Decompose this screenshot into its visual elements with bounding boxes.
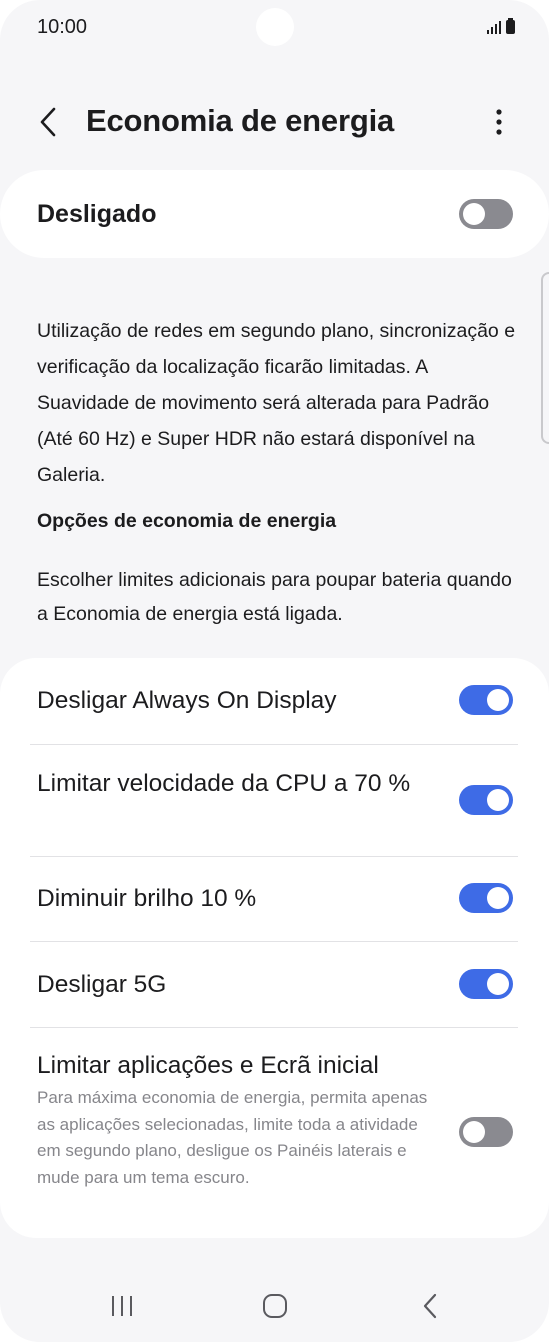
phone-screen: 10:00 Economia de energia Desligado Util… [0, 0, 549, 1342]
back-icon [423, 1293, 437, 1319]
chevron-left-icon [40, 107, 56, 137]
option-label: Limitar aplicações e Ecrã inicial [37, 1052, 379, 1079]
front-camera-cutout [256, 8, 294, 46]
more-options-button[interactable] [484, 102, 514, 142]
option-label: Diminuir brilho 10 % [37, 885, 257, 912]
toggle-knob [487, 689, 509, 711]
nav-back-button[interactable] [400, 1284, 460, 1328]
status-bar: 10:00 [0, 0, 549, 60]
always-on-display-toggle[interactable] [459, 685, 513, 715]
scroll-indicator[interactable] [541, 272, 549, 444]
more-vertical-icon [496, 109, 502, 135]
section-title: Opções de economia de energia [37, 510, 337, 532]
recent-apps-icon [112, 1296, 132, 1316]
app-header: Economia de energia [0, 90, 549, 154]
power-saving-description: Utilização de redes em segundo plano, si… [37, 320, 516, 486]
page-title: Economia de energia [86, 103, 395, 138]
option-row-limit-apps[interactable]: Limitar aplicações e Ecrã inicial Para m… [0, 1027, 549, 1227]
back-button[interactable] [30, 102, 66, 142]
navigation-bar [0, 1270, 549, 1342]
toggle-knob [487, 973, 509, 995]
toggle-knob [463, 203, 485, 225]
recent-apps-button[interactable] [92, 1284, 152, 1328]
option-row-always-on-display[interactable]: Desligar Always On Display [0, 658, 549, 744]
master-switch-card[interactable]: Desligado [0, 170, 549, 258]
option-row-brightness[interactable]: Diminuir brilho 10 % [0, 856, 549, 941]
5g-toggle[interactable] [459, 969, 513, 999]
option-subtitle: Para máxima economia de energia, permita… [37, 1088, 428, 1187]
master-switch-toggle[interactable] [459, 199, 513, 229]
toggle-knob [487, 887, 509, 909]
status-time: 10:00 [37, 16, 88, 38]
home-icon [263, 1294, 287, 1318]
toggle-knob [463, 1121, 485, 1143]
option-label: Limitar velocidade da CPU a 70 % [37, 770, 411, 797]
brightness-toggle[interactable] [459, 883, 513, 913]
option-label: Desligar 5G [37, 971, 167, 998]
cpu-limit-toggle[interactable] [459, 785, 513, 815]
home-button[interactable] [245, 1284, 305, 1328]
battery-icon [506, 18, 515, 34]
section-description: Escolher limites adicionais para poupar … [37, 569, 512, 625]
limit-apps-toggle[interactable] [459, 1117, 513, 1147]
option-label: Desligar Always On Display [37, 687, 337, 714]
signal-icon [487, 20, 501, 34]
option-row-5g[interactable]: Desligar 5G [0, 941, 549, 1027]
master-switch-label: Desligado [37, 200, 157, 228]
toggle-knob [487, 789, 509, 811]
status-icons [487, 18, 515, 34]
option-row-cpu-limit[interactable]: Limitar velocidade da CPU a 70 % [0, 744, 549, 856]
options-card: Desligar Always On Display Limitar veloc… [0, 658, 549, 1238]
